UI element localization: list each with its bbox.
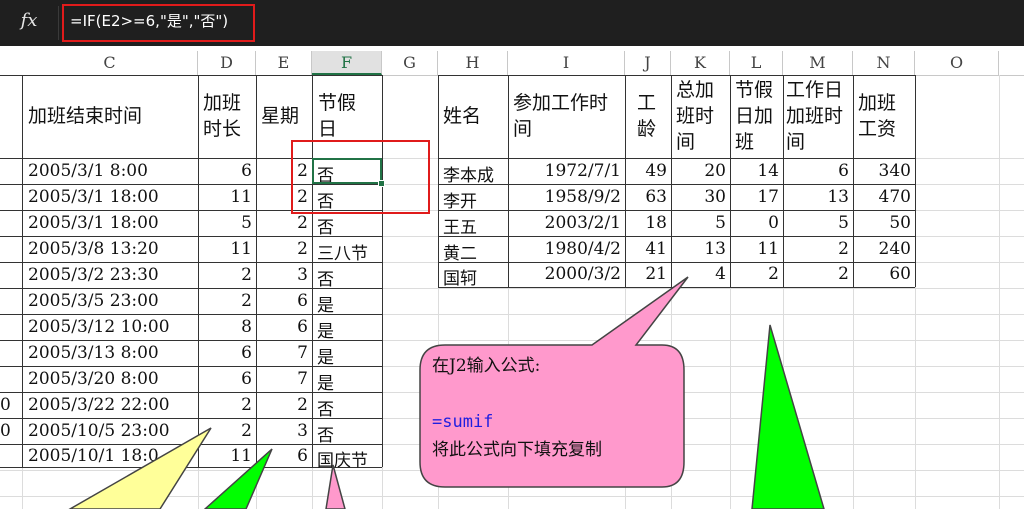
callout-line-1: 在J2输入公式: [432,356,541,376]
callout-formula: =sumif [432,412,494,432]
callout-text: 在J2输入公式: =sumif 将此公式向下填充复制 [432,352,672,464]
green-callout-pointer [203,448,273,509]
yellow-callout-pointer [68,427,212,509]
pink-callout-pointer [325,464,346,509]
green-arrow-shape-right [751,324,825,509]
callout-line-3: 将此公式向下填充复制 [432,440,602,460]
